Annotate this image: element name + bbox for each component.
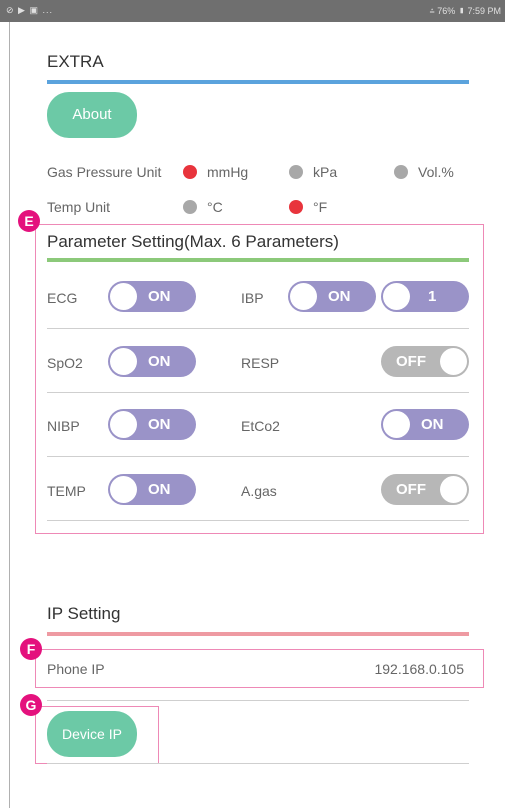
toggle-knob	[290, 283, 317, 310]
etco2-toggle-state: ON	[421, 416, 444, 433]
celsius-radio[interactable]	[183, 200, 197, 214]
toggle-knob	[440, 348, 467, 375]
ecg-label: ECG	[47, 290, 78, 306]
row-divider	[47, 456, 469, 457]
callout-marker-g: G	[20, 694, 42, 716]
spo2-label: SpO2	[47, 355, 83, 371]
gas-pressure-label: Gas Pressure Unit	[47, 164, 162, 180]
spo2-toggle-state: ON	[148, 353, 171, 370]
extra-rule	[47, 80, 469, 84]
row-divider	[47, 763, 469, 764]
ibp-channel-value: 1	[428, 288, 437, 305]
agas-toggle[interactable]: OFF	[381, 474, 469, 505]
callout-marker-e: E	[18, 210, 40, 232]
toggle-knob	[383, 411, 410, 438]
device-ip-button[interactable]: Device IP	[47, 711, 137, 757]
agas-label: A.gas	[241, 483, 277, 499]
ibp-toggle[interactable]: ON	[288, 281, 376, 312]
left-border	[9, 22, 10, 808]
toggle-knob	[110, 411, 137, 438]
ibp-label: IBP	[241, 290, 264, 306]
nibp-toggle-state: ON	[148, 416, 171, 433]
resp-toggle-state: OFF	[396, 353, 426, 370]
status-bar: ⊘ ▶ ▣ ... ⩮ 76% ▮ 7:59 PM	[0, 0, 505, 22]
phone-ip-value: 192.168.0.105	[374, 661, 464, 677]
toggle-knob	[440, 476, 467, 503]
ecg-toggle-state: ON	[148, 288, 171, 305]
kpa-radio[interactable]	[289, 165, 303, 179]
row-divider	[47, 700, 469, 701]
temp-toggle[interactable]: ON	[108, 474, 196, 505]
nibp-toggle[interactable]: ON	[108, 409, 196, 440]
fahrenheit-label: °F	[313, 199, 328, 215]
temp-unit-label: Temp Unit	[47, 199, 111, 215]
spo2-toggle[interactable]: ON	[108, 346, 196, 377]
ecg-toggle[interactable]: ON	[108, 281, 196, 312]
vol-percent-label: Vol.%	[418, 164, 454, 180]
temp-toggle-state: ON	[148, 481, 171, 498]
extra-title: EXTRA	[47, 52, 104, 71]
toggle-knob	[110, 476, 137, 503]
callout-marker-f: F	[20, 638, 42, 660]
etco2-label: EtCo2	[241, 418, 280, 434]
celsius-label: °C	[207, 199, 223, 215]
toggle-knob	[110, 283, 137, 310]
etco2-toggle[interactable]: ON	[381, 409, 469, 440]
ibp-channel-toggle[interactable]: 1	[381, 281, 469, 312]
temp-label: TEMP	[47, 483, 86, 499]
resp-label: RESP	[241, 355, 280, 371]
ibp-toggle-state: ON	[328, 288, 351, 305]
about-button[interactable]: About	[47, 92, 137, 138]
ip-setting-title: IP Setting	[47, 604, 121, 623]
status-battery-time: ⩮ 76% ▮ 7:59 PM	[429, 6, 502, 16]
kpa-label: kPa	[313, 164, 338, 180]
nibp-label: NIBP	[47, 418, 80, 434]
ip-setting-rule	[47, 632, 469, 636]
mmhg-radio[interactable]	[183, 165, 197, 179]
status-icons: ⊘ ▶ ▣ ...	[6, 5, 53, 15]
vol-percent-radio[interactable]	[394, 165, 408, 179]
mmhg-label: mmHg	[207, 164, 249, 180]
resp-toggle[interactable]: OFF	[381, 346, 469, 377]
toggle-knob	[383, 283, 410, 310]
row-divider	[47, 392, 469, 393]
row-divider	[47, 520, 469, 521]
toggle-knob	[110, 348, 137, 375]
parameter-setting-title: Parameter Setting(Max. 6 Parameters)	[47, 232, 339, 251]
fahrenheit-radio[interactable]	[289, 200, 303, 214]
phone-ip-label: Phone IP	[47, 661, 105, 677]
parameter-rule	[47, 258, 469, 262]
agas-toggle-state: OFF	[396, 481, 426, 498]
row-divider	[47, 328, 469, 329]
